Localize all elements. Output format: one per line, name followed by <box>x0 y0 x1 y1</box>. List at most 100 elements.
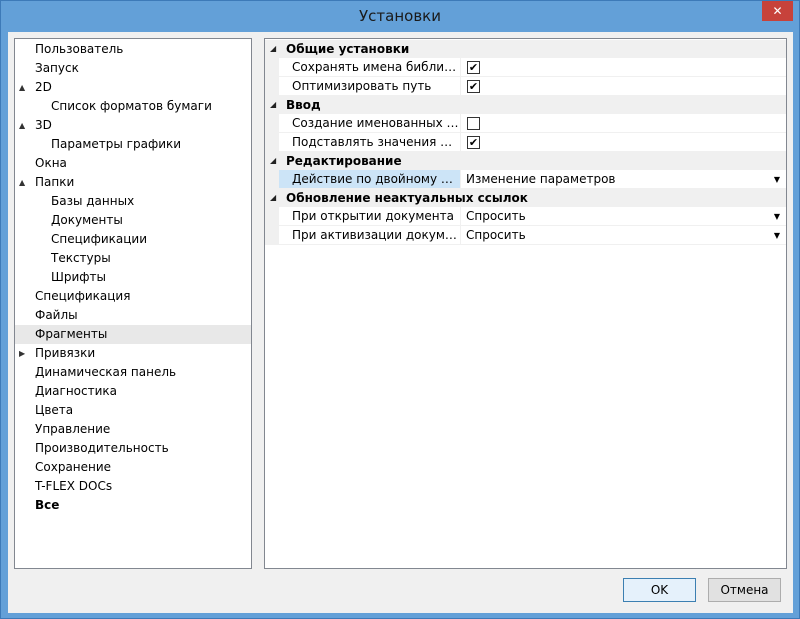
tree-item[interactable]: Производительность <box>15 439 251 458</box>
collapse-arrow-icon[interactable]: ▲ <box>19 173 29 192</box>
property-category[interactable]: ◢ Ввод <box>265 96 786 114</box>
tree-item-label: T-FLEX DOCs <box>35 479 113 493</box>
expand-arrow-icon[interactable]: ▶ <box>19 344 29 363</box>
tree-item[interactable]: Сохранение <box>15 458 251 477</box>
tree-item-label: Запуск <box>35 61 79 75</box>
tree-item-label: Фрагменты <box>35 327 108 341</box>
tree-item[interactable]: Спецификация <box>15 287 251 306</box>
tree-item[interactable]: Запуск <box>15 59 251 78</box>
cancel-button[interactable]: Отмена <box>708 578 781 602</box>
tree-item[interactable]: Динамическая панель <box>15 363 251 382</box>
checkbox[interactable] <box>467 117 480 130</box>
ok-button[interactable]: OK <box>623 578 696 602</box>
property-row[interactable]: Сохранять имена библиотек ✔ <box>265 58 786 77</box>
property-row[interactable]: При активизации документа Спросить ▼ <box>265 226 786 245</box>
tree-item[interactable]: Пользователь <box>15 40 251 59</box>
tree-item[interactable]: Параметры графики <box>15 135 251 154</box>
tree-item-label: Спецификации <box>51 232 147 246</box>
settings-tree[interactable]: Пользователь Запуск ▲ 2D Список форматов бум… <box>14 38 252 569</box>
tree-item-label: Текстуры <box>51 251 111 265</box>
tree-item[interactable]: Базы данных <box>15 192 251 211</box>
tree-item-label: Документы <box>51 213 123 227</box>
collapse-triangle-icon[interactable]: ◢ <box>270 152 276 170</box>
collapse-triangle-icon[interactable]: ◢ <box>270 40 276 58</box>
property-value-checkbox-cell[interactable] <box>461 114 786 133</box>
title-bar[interactable]: Установки ✕ <box>1 1 799 33</box>
checkbox[interactable]: ✔ <box>467 61 480 74</box>
tree-item[interactable]: Диагностика <box>15 382 251 401</box>
property-value-dropdown[interactable]: Изменение параметров ▼ <box>461 170 786 189</box>
dropdown-arrow-icon[interactable]: ▼ <box>774 207 780 226</box>
tree-item[interactable]: ▲ 2D <box>15 78 251 97</box>
checkbox[interactable]: ✔ <box>467 80 480 93</box>
property-row[interactable]: Действие по двойному клику Изменение пара… <box>265 170 786 189</box>
dropdown-value: Изменение параметров <box>466 172 616 186</box>
tree-item[interactable]: Фрагменты <box>15 325 251 344</box>
checkmark-icon: ✔ <box>468 80 479 93</box>
tree-item[interactable]: Цвета <box>15 401 251 420</box>
tree-item-label: Все <box>35 498 60 512</box>
dropdown-value: Спросить <box>466 228 526 242</box>
tree-item[interactable]: ▲ Папки <box>15 173 251 192</box>
property-name[interactable]: Действие по двойному клику <box>279 170 461 189</box>
property-name[interactable]: При открытии документа <box>279 207 461 226</box>
tree-item[interactable]: Список форматов бумаги <box>15 97 251 116</box>
collapse-arrow-icon[interactable]: ▲ <box>19 78 29 97</box>
property-category[interactable]: ◢ Общие установки <box>265 40 786 58</box>
tree-item-label: Производительность <box>35 441 169 455</box>
close-icon: ✕ <box>772 4 783 18</box>
tree-item-label: Привязки <box>35 346 96 360</box>
property-grid[interactable]: ◢ Общие установки Сохранять имена библиоте… <box>264 38 787 569</box>
property-name[interactable]: Подставлять значения переменных <box>279 133 461 152</box>
property-row[interactable]: Подставлять значения переменных ✔ <box>265 133 786 152</box>
property-name[interactable]: Сохранять имена библиотек <box>279 58 461 77</box>
collapse-triangle-icon[interactable]: ◢ <box>270 96 276 114</box>
property-value-dropdown[interactable]: Спросить ▼ <box>461 226 786 245</box>
property-row[interactable]: Создание именованных узлов <box>265 114 786 133</box>
tree-item-label: 2D <box>35 80 52 94</box>
tree-item[interactable]: Шрифты <box>15 268 251 287</box>
collapse-triangle-icon[interactable]: ◢ <box>270 189 276 207</box>
dropdown-arrow-icon[interactable]: ▼ <box>774 170 780 189</box>
tree-item-label: Пользователь <box>35 42 124 56</box>
row-margin <box>265 77 279 96</box>
tree-item[interactable]: Окна <box>15 154 251 173</box>
row-margin <box>265 133 279 152</box>
property-name[interactable]: При активизации документа <box>279 226 461 245</box>
tree-item-label: Базы данных <box>51 194 135 208</box>
tree-item[interactable]: Спецификации <box>15 230 251 249</box>
property-value-checkbox-cell[interactable]: ✔ <box>461 58 786 77</box>
property-row[interactable]: При открытии документа Спросить ▼ <box>265 207 786 226</box>
tree-item[interactable]: Все <box>15 496 251 515</box>
property-category[interactable]: ◢ Редактирование <box>265 152 786 170</box>
property-value-checkbox-cell[interactable]: ✔ <box>461 133 786 152</box>
collapse-arrow-icon[interactable]: ▲ <box>19 116 29 135</box>
dropdown-value: Спросить <box>466 209 526 223</box>
tree-item[interactable]: Текстуры <box>15 249 251 268</box>
tree-item-label: Цвета <box>35 403 74 417</box>
tree-item[interactable]: Документы <box>15 211 251 230</box>
tree-item[interactable]: Управление <box>15 420 251 439</box>
tree-item-label: Папки <box>35 175 75 189</box>
property-category[interactable]: ◢ Обновление неактуальных ссылок <box>265 189 786 207</box>
dropdown-arrow-icon[interactable]: ▼ <box>774 226 780 245</box>
tree-item[interactable]: ▲ 3D <box>15 116 251 135</box>
tree-item-label: 3D <box>35 118 52 132</box>
tree-item[interactable]: ▶ Привязки <box>15 344 251 363</box>
close-button[interactable]: ✕ <box>762 1 793 21</box>
row-margin <box>265 114 279 133</box>
property-row[interactable]: Оптимизировать путь ✔ <box>265 77 786 96</box>
tree-item-label: Параметры графики <box>51 137 182 151</box>
property-value-checkbox-cell[interactable]: ✔ <box>461 77 786 96</box>
dialog-client-area: Пользователь Запуск ▲ 2D Список форматов бум… <box>8 32 793 613</box>
tree-item-label: Спецификация <box>35 289 131 303</box>
checkbox[interactable]: ✔ <box>467 136 480 149</box>
property-name[interactable]: Создание именованных узлов <box>279 114 461 133</box>
property-value-dropdown[interactable]: Спросить ▼ <box>461 207 786 226</box>
property-name[interactable]: Оптимизировать путь <box>279 77 461 96</box>
tree-item[interactable]: T-FLEX DOCs <box>15 477 251 496</box>
tree-item-label: Диагностика <box>35 384 118 398</box>
tree-item-label: Сохранение <box>35 460 112 474</box>
tree-item[interactable]: Файлы <box>15 306 251 325</box>
tree-item-label: Окна <box>35 156 67 170</box>
